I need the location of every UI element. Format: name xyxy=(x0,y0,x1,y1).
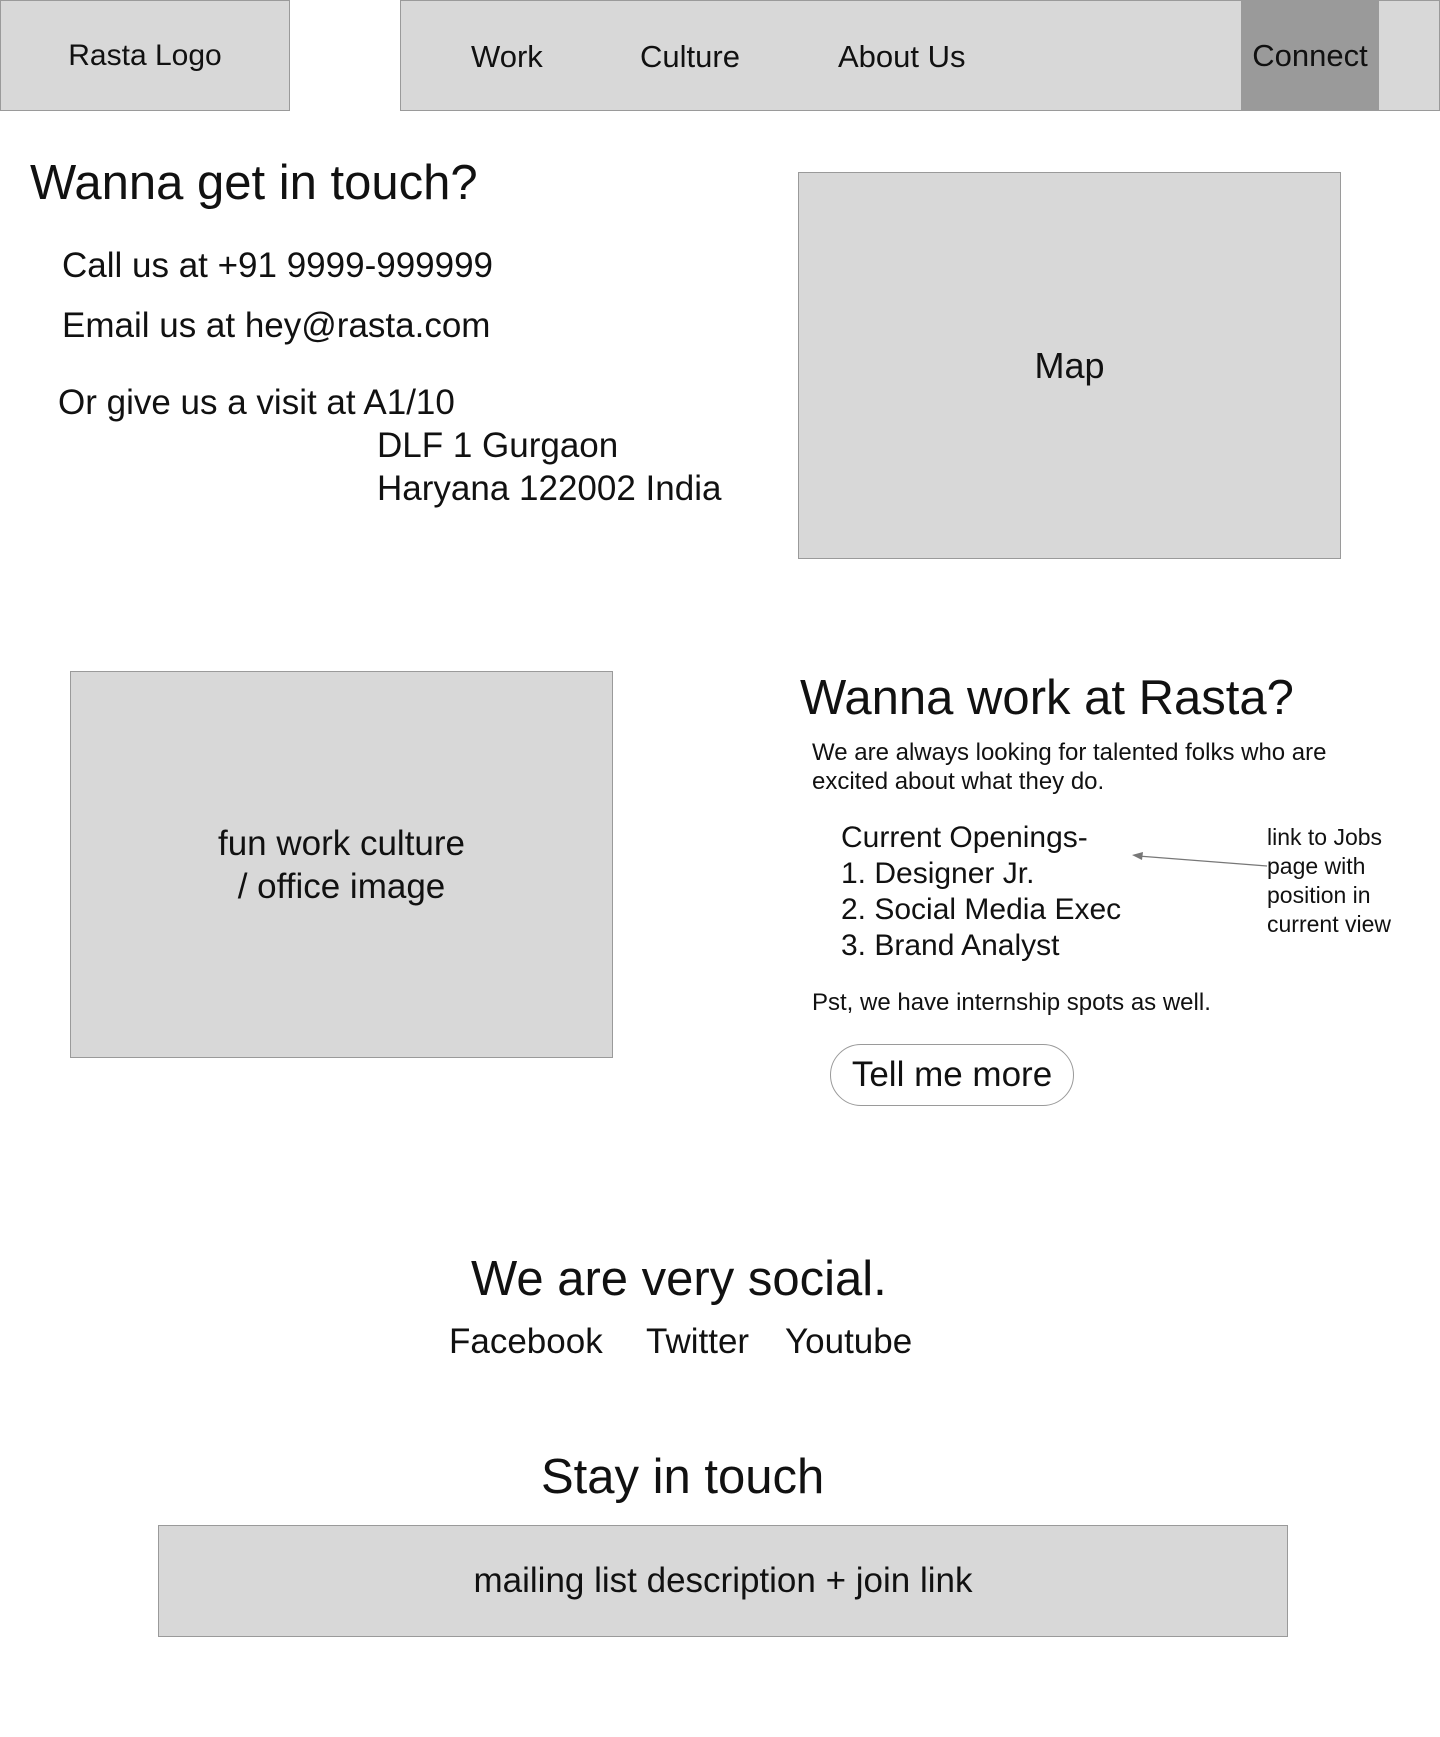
social-youtube-link[interactable]: Youtube xyxy=(785,1322,912,1362)
careers-intro-line1: We are always looking for talented folks… xyxy=(812,739,1327,766)
contact-visit: Or give us a visit at A1/10 xyxy=(58,383,455,422)
contact-address-line3: Haryana 122002 India xyxy=(377,469,722,508)
annotation-arrow xyxy=(1132,852,1268,867)
newsletter-title: Stay in touch xyxy=(541,1450,825,1504)
culture-image: fun work culture / office image xyxy=(70,671,613,1058)
contact-phone[interactable]: Call us at +91 9999-999999 xyxy=(62,246,493,286)
top-nav: Work Culture About Us Connect xyxy=(400,0,1440,111)
social-title: We are very social. xyxy=(471,1252,887,1306)
annotation-note: link to Jobs page with position in curre… xyxy=(1267,824,1391,937)
openings-list: Current Openings- 1. Designer Jr. 2. Soc… xyxy=(841,820,1121,964)
careers-intro: We are always looking for talented folks… xyxy=(812,738,1327,796)
contact-address-line2: DLF 1 Gurgaon xyxy=(377,426,619,465)
contact-email[interactable]: Email us at hey@rasta.com xyxy=(62,306,490,346)
tell-me-more-button[interactable]: Tell me more xyxy=(830,1044,1074,1106)
social-facebook-link[interactable]: Facebook xyxy=(449,1322,603,1362)
careers-title: Wanna work at Rasta? xyxy=(800,671,1294,725)
internship-note: Pst, we have internship spots as well. xyxy=(812,989,1211,1016)
nav-connect[interactable]: Connect xyxy=(1241,1,1379,110)
opening-item-social-media[interactable]: 2. Social Media Exec xyxy=(841,892,1121,928)
contact-title: Wanna get in touch? xyxy=(30,156,478,210)
social-twitter-link[interactable]: Twitter xyxy=(646,1322,749,1362)
openings-heading: Current Openings- xyxy=(841,821,1088,854)
careers-intro-line2: excited about what they do. xyxy=(812,768,1105,795)
nav-culture[interactable]: Culture xyxy=(640,1,740,112)
nav-about-us[interactable]: About Us xyxy=(838,1,966,112)
map[interactable]: Map xyxy=(798,172,1341,559)
mailing-list-box[interactable]: mailing list description + join link xyxy=(158,1525,1288,1637)
opening-item-brand-analyst[interactable]: 3. Brand Analyst xyxy=(841,928,1121,964)
culture-image-label-line1: fun work culture xyxy=(217,823,466,863)
nav-work[interactable]: Work xyxy=(471,1,543,112)
culture-image-label-line2: / office image xyxy=(237,866,446,906)
logo[interactable]: Rasta Logo xyxy=(0,0,290,111)
opening-item-designer[interactable]: 1. Designer Jr. xyxy=(841,856,1121,892)
